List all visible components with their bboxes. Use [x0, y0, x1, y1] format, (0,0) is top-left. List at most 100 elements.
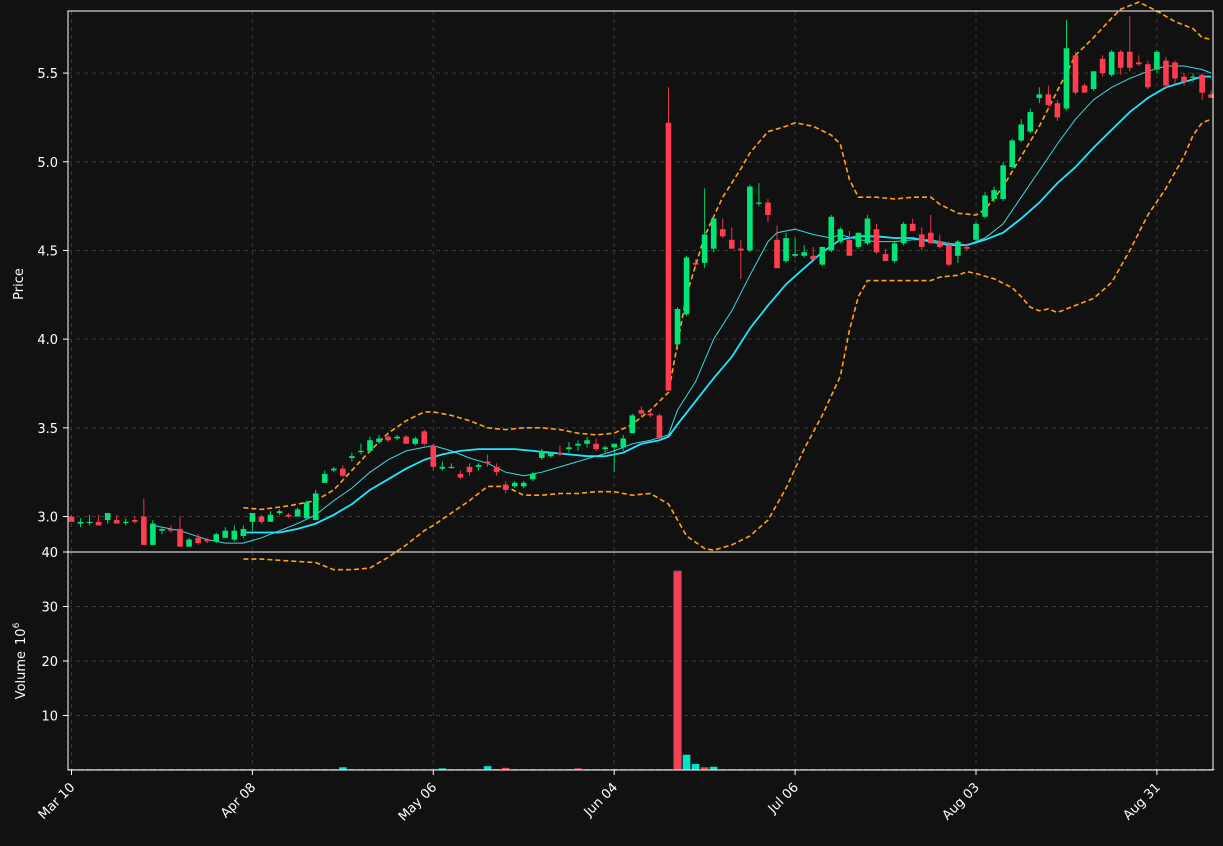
candle-up	[86, 521, 93, 524]
price-tick-label: 5.0	[37, 156, 58, 171]
candle-down	[665, 122, 672, 391]
volume-tick-label: 20	[41, 655, 58, 670]
candle-down	[1172, 62, 1178, 79]
candle-up	[828, 216, 835, 251]
candle-up	[1018, 124, 1025, 141]
candle-up	[77, 521, 84, 524]
candle-up	[349, 456, 355, 458]
volume-bar	[673, 570, 682, 771]
candle-up	[900, 223, 907, 244]
candle-up	[475, 465, 482, 467]
candle-up	[783, 238, 789, 262]
candle-up	[792, 254, 798, 256]
candle-down	[1045, 94, 1052, 106]
candle-down	[738, 248, 744, 251]
candle-down	[1126, 51, 1133, 68]
candle-down	[846, 239, 853, 256]
candle-up	[611, 443, 617, 448]
candle-up	[602, 447, 608, 450]
candle-up	[1108, 51, 1115, 75]
candle-down	[493, 466, 500, 473]
candle-up	[104, 512, 111, 521]
candle-up	[412, 438, 419, 444]
candle-down	[1081, 85, 1088, 93]
candle-up	[267, 514, 274, 522]
candle-up	[1000, 165, 1006, 200]
candle-up	[683, 257, 690, 315]
candle-up	[1190, 76, 1196, 78]
volume-axis-label: Volume 106	[12, 622, 29, 699]
price-tick-label: 3.0	[37, 511, 58, 526]
candle-down	[719, 229, 726, 237]
candle-down	[385, 436, 391, 441]
candle-down	[258, 516, 265, 522]
candle-up	[376, 438, 382, 443]
candle-down	[918, 234, 925, 247]
candle-down	[132, 520, 138, 522]
candle-up	[186, 539, 192, 547]
candle-up	[1063, 48, 1070, 109]
candle-up	[511, 482, 518, 487]
candle-down	[728, 239, 735, 249]
candle-down	[1136, 62, 1142, 65]
candle-down	[403, 436, 409, 444]
candle-up	[1154, 51, 1160, 70]
candle-down	[68, 516, 75, 522]
candle-up	[855, 232, 862, 247]
candle-up	[955, 241, 961, 256]
candle-down	[204, 539, 210, 542]
candle-up	[394, 436, 400, 439]
candle-up	[159, 528, 165, 531]
candle-down	[1099, 58, 1106, 74]
candle-down	[466, 466, 473, 473]
candle-down	[457, 473, 464, 478]
candle-up	[991, 190, 997, 200]
candle-up	[222, 530, 229, 538]
candle-up	[294, 509, 301, 517]
volume-label-base: 10	[14, 628, 29, 645]
candle-up	[520, 482, 527, 487]
candle-up	[756, 202, 762, 204]
candle-up	[439, 466, 446, 469]
candle-down	[656, 415, 663, 439]
candle-down	[927, 232, 934, 244]
candle-up	[891, 243, 898, 262]
volume-bar	[691, 764, 700, 770]
candle-up	[231, 530, 238, 540]
candle-down	[340, 468, 346, 476]
candle-down	[1117, 51, 1124, 68]
candle-down	[1163, 60, 1169, 86]
candle-up	[837, 229, 844, 242]
candle-down	[1145, 64, 1151, 88]
candle-down	[964, 246, 970, 249]
candle-up	[1027, 112, 1034, 132]
candle-down	[141, 516, 147, 545]
volume-label-power: 6	[12, 622, 22, 628]
candle-up	[1090, 71, 1097, 90]
candle-up	[701, 234, 708, 263]
candle-down	[593, 443, 599, 450]
candle-up	[529, 473, 536, 480]
candle-up	[367, 440, 373, 451]
candlestick-chart: 3.0 3.5 4.0 4.5 5.0 5.5 10 20 30 40 Mar 10 Apr 08…	[0, 0, 1223, 842]
candle-down	[882, 254, 889, 262]
candle-down	[1054, 103, 1061, 118]
candle-down	[810, 255, 816, 260]
candle-up	[150, 523, 156, 545]
volume-tick-label: 30	[41, 601, 58, 616]
volume-label-text: Volume	[14, 651, 29, 699]
candle-down	[638, 410, 645, 414]
candle-down	[430, 445, 437, 467]
volume-tick-label: 10	[41, 710, 58, 725]
price-tick-label: 4.0	[37, 333, 58, 348]
candle-down	[177, 528, 183, 547]
candle-down	[774, 239, 780, 269]
candle-down	[95, 521, 102, 526]
candle-up	[331, 468, 337, 471]
candle-up	[710, 218, 717, 249]
candle-down	[765, 202, 771, 215]
price-tick-label: 3.5	[37, 422, 58, 437]
volume-tick-label: 40	[41, 546, 58, 561]
candle-up	[548, 452, 554, 457]
candle-up	[819, 246, 826, 265]
